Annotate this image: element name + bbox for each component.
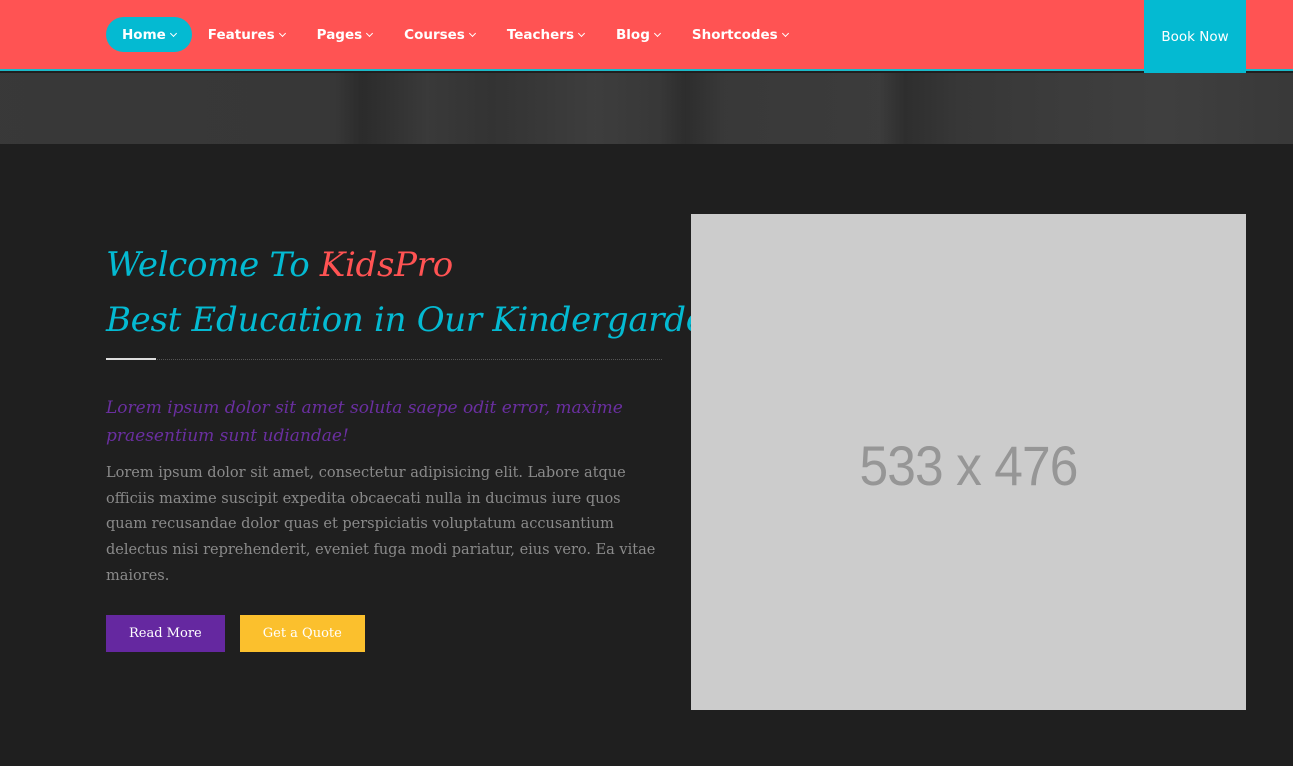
chevron-down-icon — [577, 29, 586, 37]
nav-item-label: Features — [207, 26, 275, 43]
placeholder-size-label: 533 x 476 — [859, 433, 1078, 497]
nav-item-label: Teachers — [506, 26, 574, 43]
nav-item-home[interactable]: Home — [106, 17, 192, 52]
welcome-section: Welcome To KidsPro Best Education in Our… — [106, 238, 727, 652]
chevron-down-icon — [366, 29, 374, 37]
brand-name: KidsPro — [319, 245, 453, 285]
nav-item-label: Pages — [316, 26, 363, 43]
nav-item-shortcodes[interactable]: Shortcodes — [676, 17, 804, 52]
chevron-down-icon — [278, 29, 286, 37]
cta-buttons: Read More Get a Quote — [106, 614, 662, 652]
hero-banner-image — [0, 73, 1293, 144]
get-quote-button[interactable]: Get a Quote — [239, 614, 365, 652]
body-text: Lorem ipsum dolor sit amet, consectetur … — [106, 465, 656, 584]
main-menu: Home Features Pages Courses Teachers Blo… — [106, 17, 804, 52]
welcome-heading: Welcome To KidsPro Best Education in Our… — [106, 238, 727, 348]
nav-item-label: Blog — [616, 26, 650, 43]
welcome-title-prefix: Welcome To — [106, 245, 310, 285]
image-placeholder: 533 x 476 — [691, 214, 1246, 710]
welcome-subtitle: Best Education in Our Kindergarden — [106, 300, 728, 340]
read-more-button[interactable]: Read More — [106, 614, 225, 652]
nav-item-features[interactable]: Features — [192, 17, 301, 52]
nav-item-courses[interactable]: Courses — [388, 17, 491, 52]
top-navbar: Home Features Pages Courses Teachers Blo… — [0, 0, 1293, 73]
chevron-down-icon — [468, 29, 476, 37]
chevron-down-icon — [653, 29, 661, 37]
lead-text: Lorem ipsum dolor sit amet soluta saepe … — [106, 398, 623, 446]
divider-accent — [106, 358, 156, 360]
nav-item-label: Home — [122, 26, 166, 43]
nav-item-label: Shortcodes — [691, 26, 778, 43]
heading-divider — [106, 358, 662, 360]
nav-item-teachers[interactable]: Teachers — [491, 17, 600, 52]
chevron-down-icon — [781, 29, 789, 37]
nav-item-label: Courses — [404, 26, 465, 43]
nav-item-pages[interactable]: Pages — [301, 17, 389, 52]
chevron-down-icon — [169, 29, 177, 37]
nav-item-blog[interactable]: Blog — [600, 17, 676, 52]
book-now-button[interactable]: Book Now — [1144, 0, 1246, 73]
